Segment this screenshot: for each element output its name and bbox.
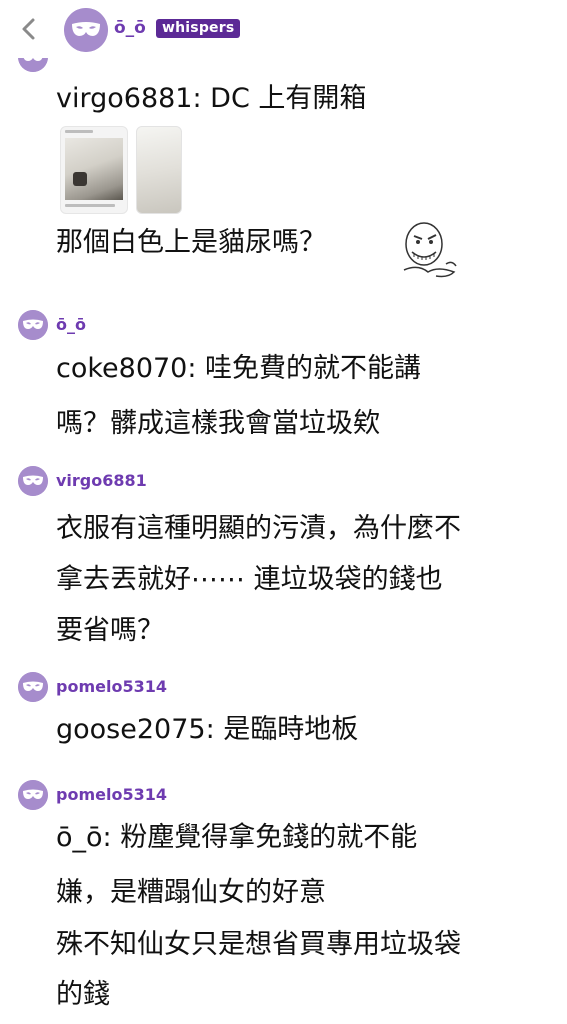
avatar-mask-icon[interactable]: [18, 310, 48, 340]
comment-username[interactable]: pomelo5314: [56, 785, 167, 804]
comment-text-line: 嗎？髒成這樣我會當垃圾欸: [56, 408, 380, 439]
back-arrow-icon[interactable]: [18, 14, 40, 44]
comment-text-line: 嫌，是糟蹋仙女的好意: [56, 877, 326, 908]
comment-text-line: 衣服有這種明顯的污漬，為什麼不: [56, 513, 461, 544]
avatar-mask-icon[interactable]: [18, 780, 48, 810]
comment-username[interactable]: ō_ō: [56, 315, 86, 334]
comment-text-line: 殊不知仙女只是想省買專用垃圾袋: [56, 929, 461, 960]
header-username[interactable]: ō_ō: [114, 18, 146, 38]
comment-username[interactable]: pomelo5314: [56, 677, 167, 696]
rage-face-meme-icon: [403, 222, 457, 278]
header-avatar-mask-icon[interactable]: [64, 8, 108, 52]
avatar-mask-icon[interactable]: [18, 672, 48, 702]
avatar-mask-icon[interactable]: [18, 466, 48, 496]
comment-username[interactable]: virgo6881: [56, 471, 147, 490]
comment-text-line: virgo6881: DC 上有開箱: [56, 83, 367, 114]
comment-text-line: 要省嗎？: [56, 615, 164, 646]
whispers-badge[interactable]: whispers: [156, 19, 241, 38]
comment-text-line: 的錢: [56, 979, 110, 1010]
comment-text-line: 拿去丟就好⋯⋯ 連垃圾袋的錢也: [56, 564, 443, 595]
top-bar: ō_ō whispers: [0, 0, 567, 58]
comment-text-line: ō_ō: 粉塵覺得拿免錢的就不能: [56, 822, 418, 853]
attachment-thumbnail[interactable]: [136, 126, 182, 214]
comment-text-line: coke8070: 哇免費的就不能講: [56, 353, 422, 384]
attachment-thumbnail[interactable]: [60, 126, 128, 214]
comment-text-line: 那個白色上是貓尿嗎？: [56, 227, 326, 258]
comment-text-line: goose2075: 是臨時地板: [56, 714, 359, 745]
